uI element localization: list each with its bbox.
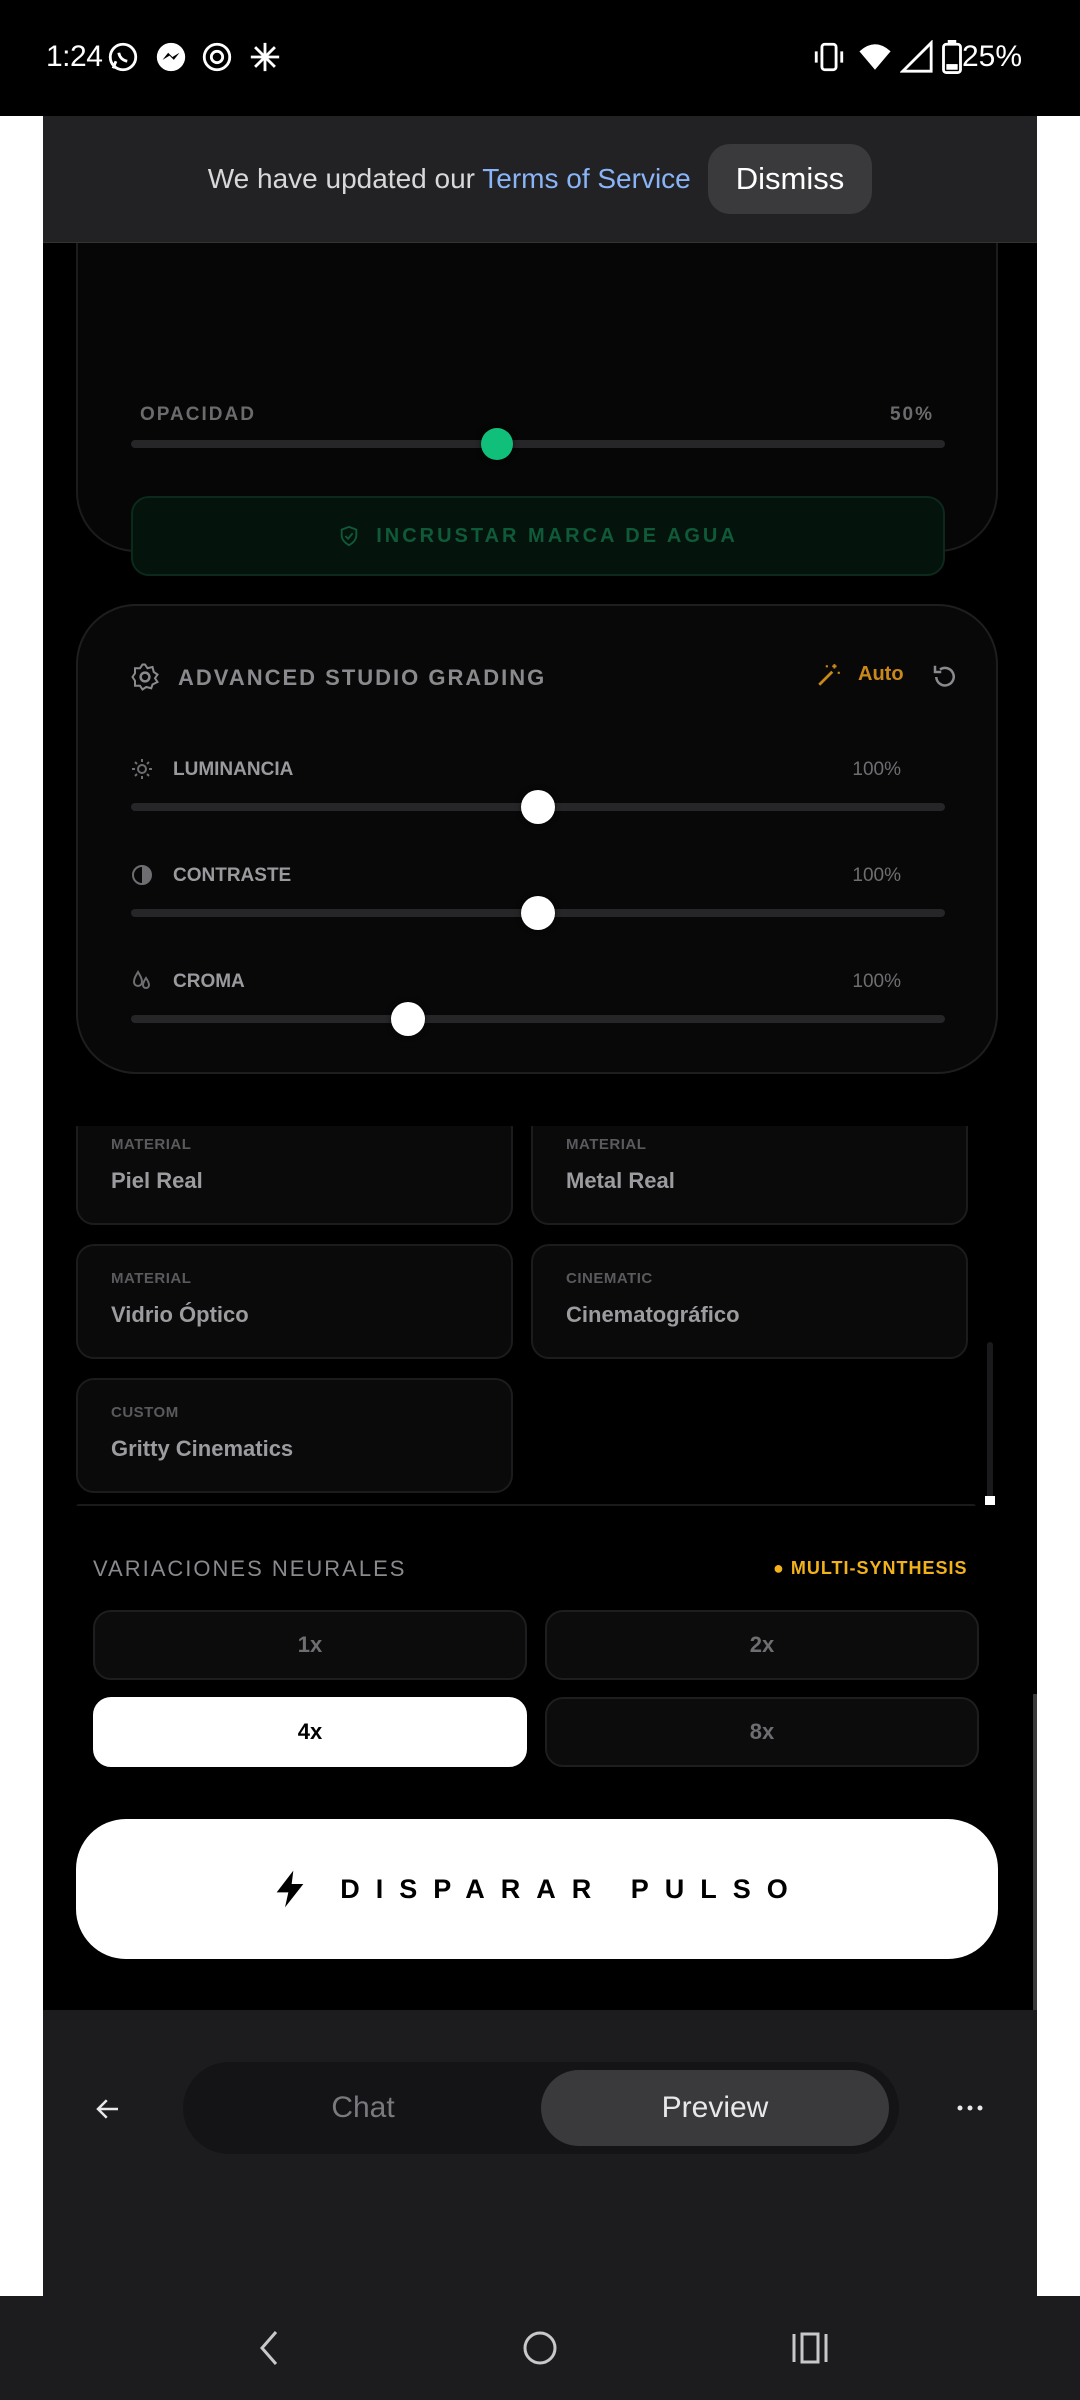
contrast-label: CONTRASTE (173, 865, 292, 886)
vibrate-icon (814, 42, 844, 72)
fire-pulse-button[interactable]: DISPARAR PULSO (76, 1819, 998, 1959)
chat-preview-toggle: Chat Preview (183, 2062, 899, 2154)
opacity-label: OPACIDAD (140, 404, 256, 425)
grading-card: ADVANCED STUDIO GRADING Auto LUMINANCIA … (76, 604, 998, 1074)
contrast-icon (132, 865, 152, 885)
preset-category: CUSTOM (111, 1404, 179, 1421)
variation-2x-button[interactable]: 2x (545, 1610, 979, 1680)
status-time: 1:24 (46, 40, 103, 73)
contrast-value: 100% (852, 865, 901, 886)
nav-back-icon[interactable] (254, 2328, 284, 2368)
chroma-label: CROMA (173, 971, 245, 992)
preset-category: MATERIAL (111, 1270, 192, 1287)
grading-title: ADVANCED STUDIO GRADING (178, 665, 547, 690)
droplets-icon (132, 970, 151, 989)
nav-home-icon[interactable] (520, 2328, 560, 2368)
whatsapp-icon (108, 42, 138, 72)
opacity-slider-thumb[interactable] (481, 428, 514, 460)
fire-pulse-label: DISPARAR PULSO (340, 1873, 804, 1904)
openai-icon (202, 42, 232, 72)
preset-name: Vidrio Óptico (111, 1302, 249, 1327)
settings-gear-icon (131, 663, 159, 691)
auto-grading-button[interactable]: Auto (858, 663, 904, 686)
variation-1x-button[interactable]: 1x (93, 1610, 527, 1680)
tos-link[interactable]: Terms of Service (482, 163, 691, 194)
frame-right-edge (1037, 116, 1080, 2296)
magic-wand-icon[interactable] (816, 662, 842, 688)
variation-8x-button[interactable]: 8x (545, 1697, 979, 1767)
chroma-value: 100% (852, 971, 901, 992)
preset-name: Metal Real (566, 1168, 675, 1193)
back-arrow-icon[interactable] (93, 2094, 123, 2124)
variation-4x-button[interactable]: 4x (93, 1697, 527, 1767)
preset-card[interactable]: CUSTOM Gritty Cinematics (76, 1378, 513, 1493)
grading-slider-thumb[interactable] (390, 1002, 425, 1036)
lightning-icon (276, 1870, 304, 1908)
luminance-label: LUMINANCIA (173, 759, 294, 780)
dismiss-button[interactable]: Dismiss (707, 144, 873, 214)
battery-icon (942, 40, 962, 74)
multi-synthesis-badge: ● MULTI-SYNTHESIS (773, 1558, 968, 1578)
spark-app-icon (250, 42, 280, 72)
watermark-card: OPACIDAD 50% INCRUSTAR MARCA DE AGUA (76, 196, 998, 576)
grading-slider-thumb[interactable] (521, 896, 555, 930)
shield-check-icon (340, 525, 358, 547)
tos-message: We have updated our (207, 163, 483, 194)
sun-icon (132, 759, 152, 779)
preset-category: MATERIAL (566, 1136, 647, 1153)
luminance-value: 100% (852, 759, 901, 780)
opacity-value: 50% (889, 404, 934, 425)
nav-recents-icon[interactable] (790, 2328, 830, 2368)
preset-card[interactable]: MATERIAL Vidrio Óptico (76, 1244, 513, 1359)
tab-chat[interactable]: Chat (183, 2062, 543, 2154)
signal-icon (900, 40, 933, 73)
grading-slider-thumb[interactable] (521, 790, 555, 824)
battery-percent: 25% (961, 40, 1022, 73)
preset-category: MATERIAL (111, 1136, 192, 1153)
embed-watermark-button[interactable]: INCRUSTAR MARCA DE AGUA (131, 496, 945, 576)
preset-name: Piel Real (111, 1168, 203, 1193)
preset-category: CINEMATIC (566, 1270, 653, 1287)
tos-text: We have updated our Terms of Service (208, 163, 691, 195)
preset-name: Gritty Cinematics (111, 1436, 294, 1461)
page-scrollbar[interactable] (1033, 1694, 1037, 2010)
preset-grid: MATERIAL Piel Real MATERIAL Metal Real M… (43, 1126, 1037, 1506)
wifi-icon (859, 44, 891, 70)
tos-banner: We have updated our Terms of Service Dis… (43, 116, 1037, 243)
frame-left-edge (0, 116, 43, 2296)
preset-name: Cinematográfico (566, 1302, 740, 1327)
preset-card[interactable]: MATERIAL Metal Real (531, 1126, 968, 1225)
embed-watermark-label: INCRUSTAR MARCA DE AGUA (376, 524, 738, 547)
more-options-icon[interactable] (955, 2100, 985, 2116)
status-bar: 1:24 25% (0, 0, 1080, 116)
grading-slider-track[interactable] (131, 1015, 945, 1023)
bottom-app-bar: Chat Preview (43, 2010, 1037, 2296)
system-nav-bar (0, 2296, 1080, 2400)
opacity-slider-track[interactable] (131, 440, 945, 448)
scroll-corner-marker (985, 1496, 995, 1505)
preset-card[interactable]: CINEMATIC Cinematográfico (531, 1244, 968, 1359)
app-preview-frame: We have updated our Terms of Service Dis… (43, 116, 1037, 2296)
variations-title: VARIACIONES NEURALES (93, 1556, 407, 1581)
reset-icon[interactable] (930, 662, 960, 692)
tab-preview[interactable]: Preview (541, 2070, 889, 2146)
messenger-icon (156, 42, 186, 72)
horizontal-scrollbar[interactable] (76, 1504, 976, 1506)
preset-card[interactable]: MATERIAL Piel Real (76, 1126, 513, 1225)
vertical-scrollbar[interactable] (987, 1342, 993, 1502)
